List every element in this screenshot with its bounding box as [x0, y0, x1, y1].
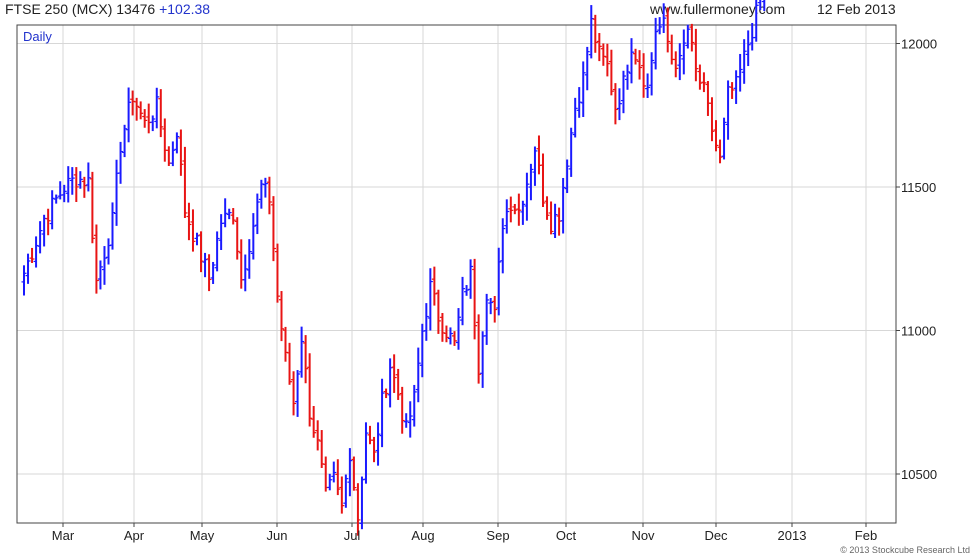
x-tick-label: 2013 — [778, 528, 807, 543]
x-tick-label: Feb — [855, 528, 877, 543]
y-tick-label: 11500 — [901, 180, 936, 195]
x-tick-label: Apr — [124, 528, 145, 543]
y-tick-label: 12000 — [901, 37, 937, 52]
y-tick-label: 11000 — [901, 324, 936, 339]
period-label: Daily — [23, 29, 52, 44]
x-tick-label: Dec — [704, 528, 728, 543]
x-tick-label: Jul — [344, 528, 361, 543]
y-axis: 10500110001150012000125001300013500 — [896, 37, 937, 482]
plot-frame — [16, 24, 897, 524]
x-tick-label: Oct — [556, 528, 577, 543]
x-tick-label: Jun — [267, 528, 288, 543]
x-tick-label: Mar — [52, 528, 75, 543]
y-tick-label: 10500 — [901, 467, 937, 482]
x-tick-label: Sep — [486, 528, 509, 543]
copyright-credit: © 2013 Stockcube Research Ltd — [840, 545, 970, 555]
price-bars — [21, 0, 766, 536]
x-tick-label: Aug — [411, 528, 434, 543]
chart-grid — [17, 25, 896, 523]
price-chart: Daily 1050011000115001200012500130001350… — [16, 0, 937, 543]
x-tick-label: May — [190, 528, 215, 543]
x-axis: Mar Apr May Jun Jul Aug Sep Oct Nov Dec 2013 Feb — [52, 523, 877, 543]
x-tick-label: Nov — [631, 528, 655, 543]
